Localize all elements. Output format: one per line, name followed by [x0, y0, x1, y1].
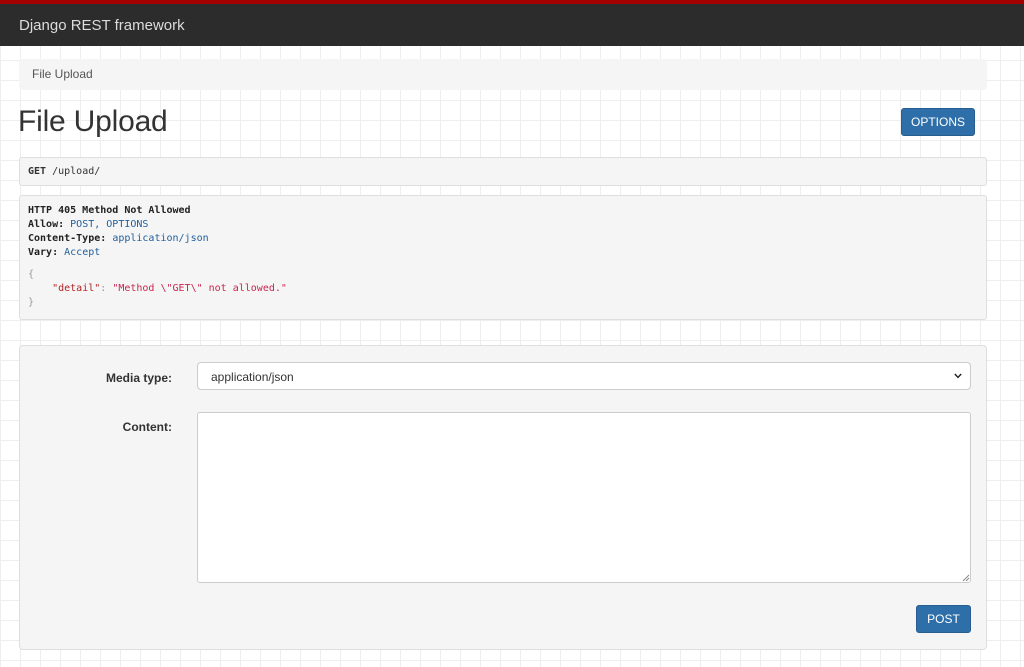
header-allow-name: Allow:	[28, 219, 65, 230]
content-textarea[interactable]	[197, 412, 971, 583]
header-content-type-name: Content-Type:	[28, 233, 107, 244]
request-path: /upload/	[52, 166, 101, 177]
post-button[interactable]: POST	[916, 605, 971, 633]
resize-grip-icon[interactable]	[962, 574, 970, 582]
request-info: GET /upload/	[19, 157, 987, 186]
breadcrumb-item[interactable]: File Upload	[32, 67, 93, 81]
json-close-brace: }	[28, 297, 35, 308]
json-value: "Method \"GET\" not allowed."	[112, 283, 287, 294]
brand-link[interactable]: Django REST framework	[19, 17, 185, 34]
options-button[interactable]: OPTIONS	[901, 108, 975, 136]
media-type-label: Media type:	[105, 371, 172, 385]
response-status: HTTP 405 Method Not Allowed	[28, 205, 191, 216]
breadcrumb: File Upload	[19, 59, 987, 90]
post-form: Media type: application/json Content: PO…	[19, 345, 987, 650]
json-colon: :	[100, 283, 113, 294]
json-key: "detail"	[52, 283, 101, 294]
page-title: File Upload	[18, 105, 168, 138]
navbar: Django REST framework	[0, 0, 1024, 46]
content-label: Content:	[122, 420, 172, 434]
header-allow-value: POST, OPTIONS	[70, 219, 149, 230]
response-info: HTTP 405 Method Not Allowed Allow: POST,…	[19, 195, 987, 320]
header-vary-value: Accept	[64, 247, 101, 258]
request-method: GET	[28, 166, 47, 177]
chevron-down-icon	[954, 373, 962, 379]
media-type-select[interactable]: application/json	[197, 362, 971, 390]
header-content-type-value: application/json	[112, 233, 209, 244]
header-vary-name: Vary:	[28, 247, 59, 258]
media-type-value: application/json	[211, 370, 294, 384]
json-open-brace: {	[28, 269, 35, 280]
